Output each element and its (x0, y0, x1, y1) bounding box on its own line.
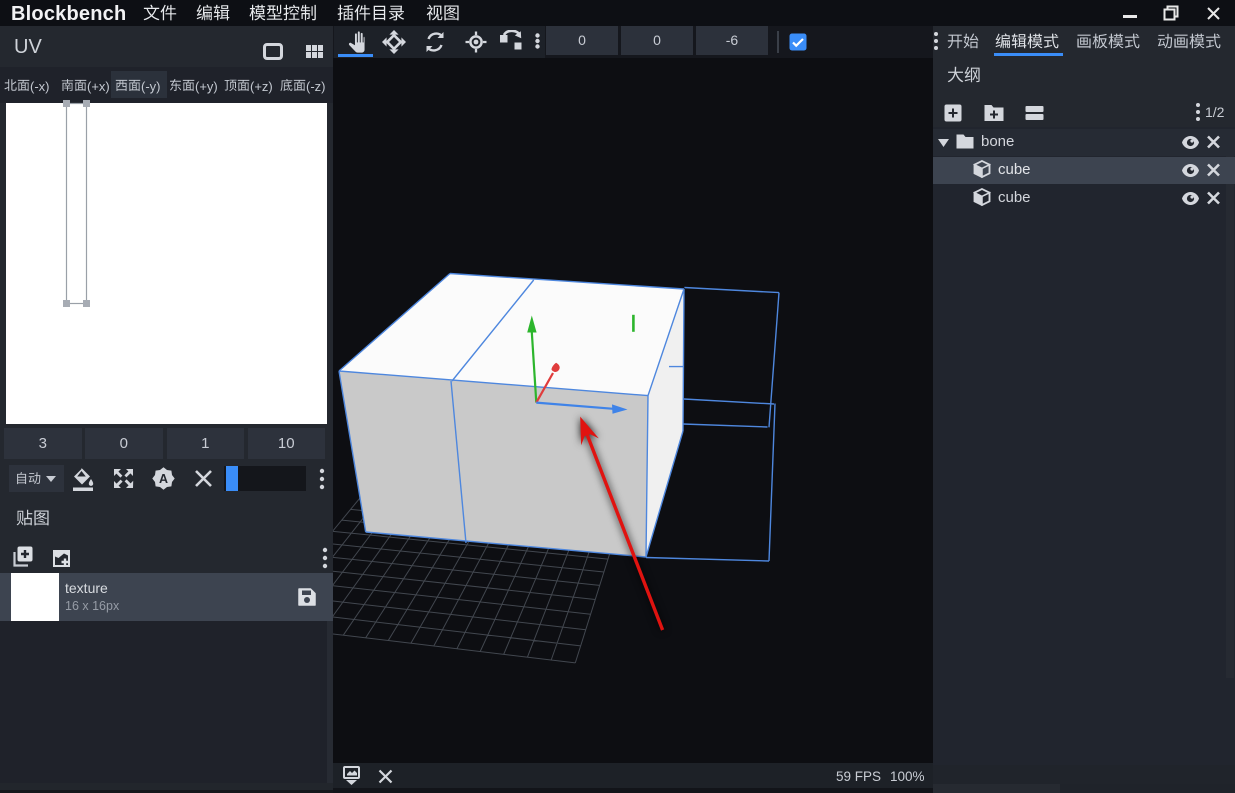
svg-text:A: A (159, 472, 168, 486)
